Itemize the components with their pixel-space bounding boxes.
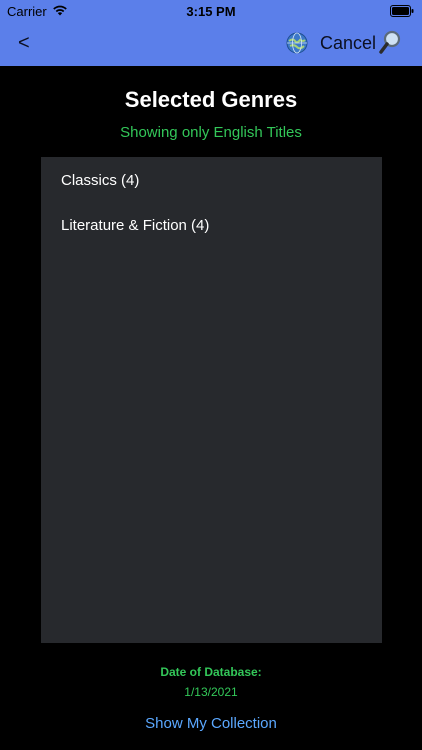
status-bar: Carrier 3:15 PM <box>0 0 422 22</box>
magnifier-icon[interactable] <box>378 30 402 56</box>
clock-label: 3:15 PM <box>186 4 236 19</box>
page-subtitle: Showing only English Titles <box>120 124 302 141</box>
globe-icon[interactable] <box>286 32 308 54</box>
back-button[interactable]: < <box>18 29 44 57</box>
page-title: Selected Genres <box>124 87 298 112</box>
cancel-button[interactable]: Cancel <box>320 32 376 54</box>
genre-item-literature-fiction[interactable]: Literature & Fiction (4) <box>61 217 209 234</box>
genre-list: Classics (4) Literature & Fiction (4) <box>41 157 382 643</box>
database-date-label: Date of Database: <box>160 665 262 679</box>
genre-item-classics[interactable]: Classics (4) <box>61 172 139 189</box>
battery-icon <box>390 5 414 17</box>
show-my-collection-button[interactable]: Show My Collection <box>0 715 422 732</box>
navigation-bar: < Cancel <box>0 22 422 66</box>
database-date-value: 1/13/2021 <box>184 685 238 699</box>
